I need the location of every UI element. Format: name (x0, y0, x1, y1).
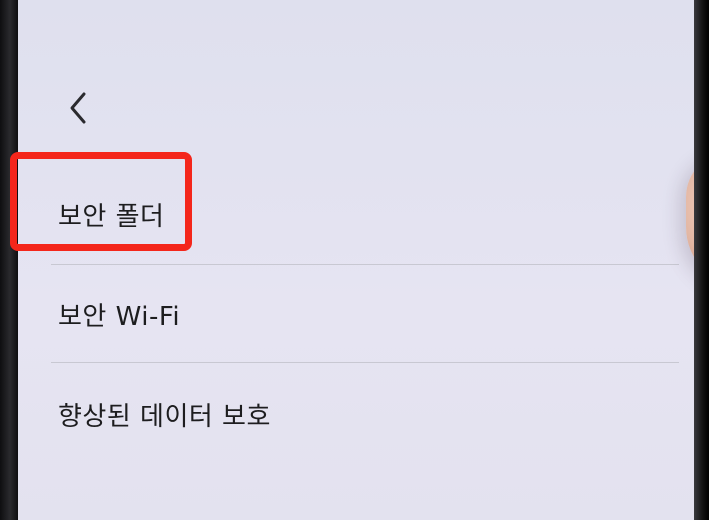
chevron-left-icon (70, 92, 86, 124)
divider (51, 362, 679, 363)
settings-screen: 보안 폴더 보안 Wi-Fi 향상된 데이터 보호 (18, 0, 694, 520)
divider (51, 264, 679, 265)
menu-item-enhanced-data-protection[interactable]: 향상된 데이터 보호 (58, 380, 678, 450)
menu-item-label: 향상된 데이터 보호 (58, 402, 271, 432)
finger-overlay (686, 152, 694, 287)
menu-item-secure-wifi[interactable]: 보안 Wi-Fi (58, 280, 678, 350)
menu-item-secure-folder[interactable]: 보안 폴더 (58, 176, 678, 246)
menu-item-label: 보안 Wi-Fi (58, 302, 181, 332)
back-button[interactable] (60, 84, 100, 128)
menu-item-label: 보안 폴더 (58, 202, 165, 232)
phone-bezel-right (694, 0, 709, 520)
